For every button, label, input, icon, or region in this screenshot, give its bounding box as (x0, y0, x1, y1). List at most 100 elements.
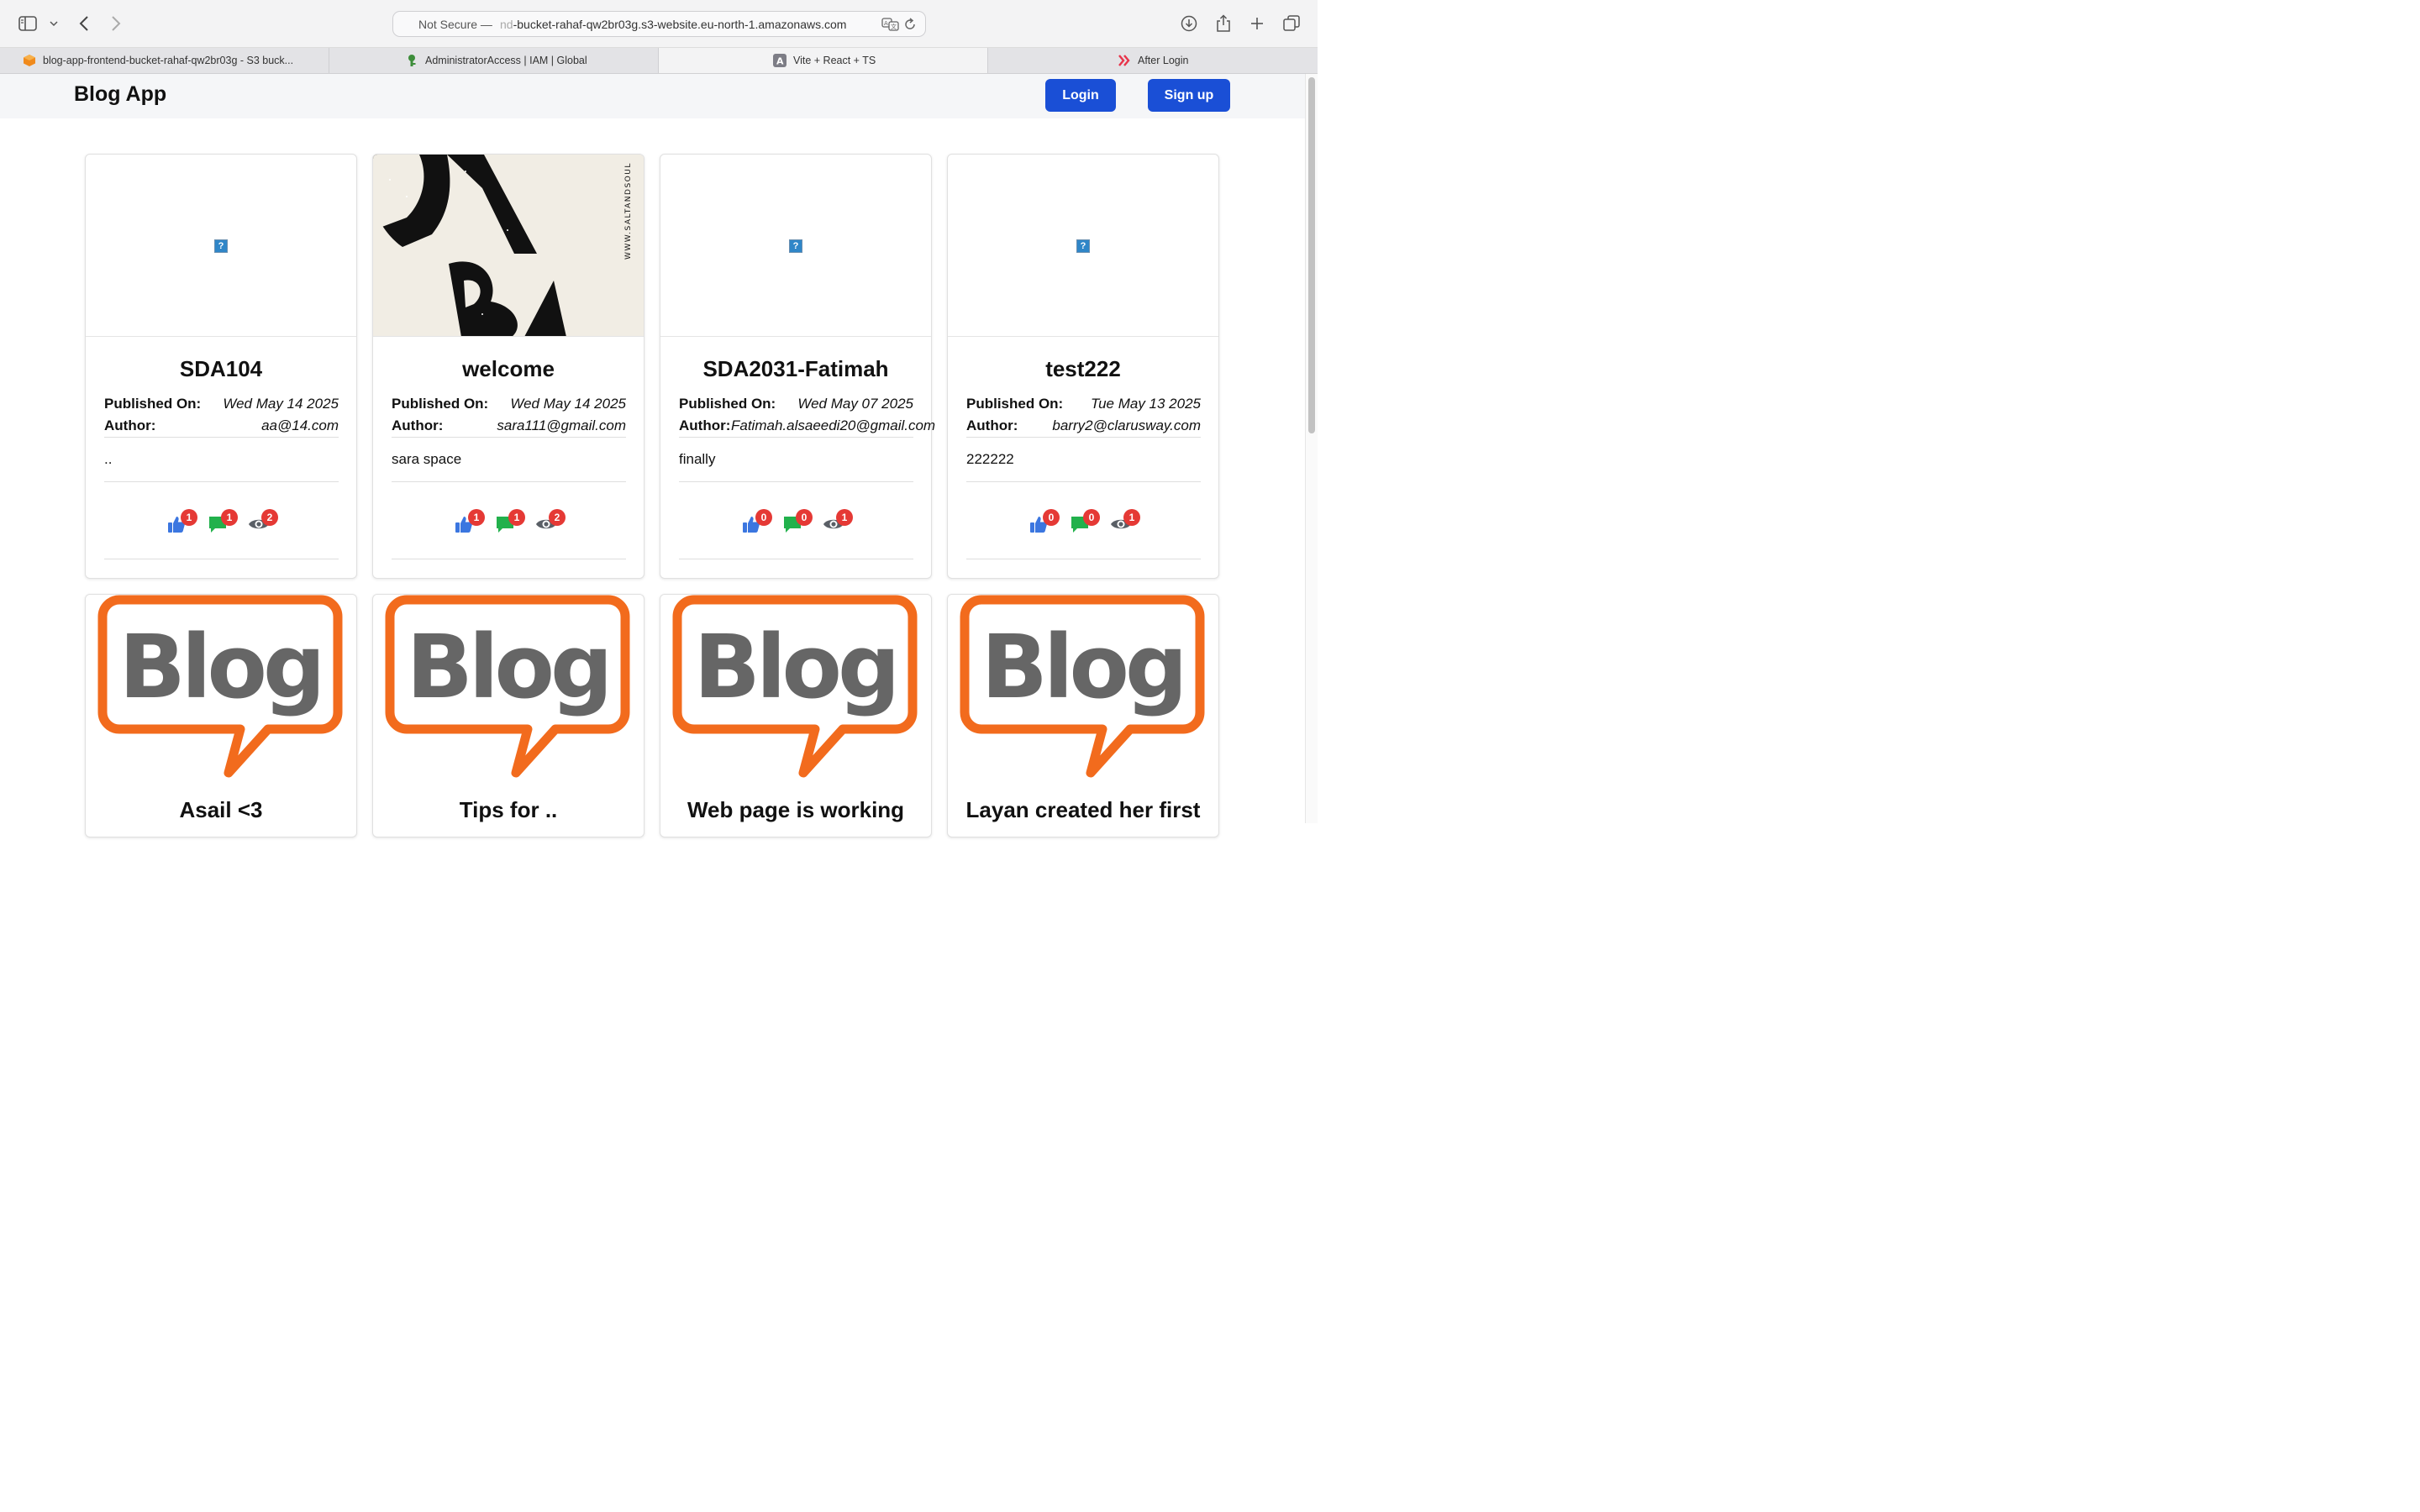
view-count-badge: 2 (549, 509, 566, 526)
downloads-icon[interactable] (1176, 10, 1202, 37)
post-card[interactable]: Blog Asail <3 (85, 594, 357, 837)
view-stat[interactable]: 2 (248, 509, 278, 535)
svg-text:A: A (776, 56, 784, 67)
post-card[interactable]: ? test222 Published On: Tue May 13 2025 A… (947, 154, 1219, 579)
browser-toolbar: Not Secure — nd-bucket-rahaf-qw2br03g.s3… (0, 0, 1318, 48)
blog-logo-text: Blog (407, 616, 609, 718)
tab-overview-icon[interactable] (1278, 10, 1305, 37)
post-stats: 0 0 1 (948, 509, 1218, 535)
comment-count-badge: 0 (796, 509, 813, 526)
login-button[interactable]: Login (1045, 79, 1116, 112)
post-title[interactable]: Web page is working (660, 797, 931, 823)
post-title[interactable]: test222 (948, 356, 1218, 382)
post-title[interactable]: SDA104 (86, 356, 356, 382)
page-scrollbar[interactable] (1305, 74, 1318, 823)
blog-logo-image: Blog (385, 595, 630, 778)
scrollbar-thumb[interactable] (1308, 77, 1315, 433)
divider (966, 437, 1201, 438)
post-image: ? (86, 155, 356, 337)
published-date: Tue May 13 2025 (1090, 396, 1201, 412)
post-card[interactable]: ? SDA104 Published On: Wed May 14 2025 Au… (85, 154, 357, 579)
sidebar-toggle-icon[interactable] (14, 10, 41, 37)
aws-s3-icon (23, 54, 36, 67)
security-warning: Not Secure — (418, 18, 492, 31)
new-tab-icon[interactable] (1244, 10, 1270, 37)
blog-logo-image: Blog (672, 595, 918, 778)
blog-logo-text: Blog (981, 616, 1184, 718)
author-email: aa@14.com (261, 417, 339, 433)
like-stat[interactable]: 1 (167, 509, 197, 535)
post-content: .. (104, 451, 113, 467)
view-count-badge: 1 (836, 509, 853, 526)
divider (104, 481, 339, 482)
post-image: ? (660, 155, 931, 337)
blog-logo-image: Blog (97, 595, 343, 778)
post-card[interactable]: ? SDA2031-Fatimah Published On: Wed May 0… (660, 154, 936, 579)
view-stat[interactable]: 1 (1110, 509, 1140, 535)
view-stat[interactable]: 1 (823, 509, 853, 535)
author-email: Fatimah.alsaeedi20@gmail.com (731, 417, 936, 433)
app-navbar: Blog App Login Sign up (0, 74, 1305, 118)
divider (104, 437, 339, 438)
post-card[interactable]: Blog Tips for .. (372, 594, 644, 837)
comment-stat[interactable]: 1 (208, 509, 238, 535)
like-count-badge: 0 (1043, 509, 1060, 526)
back-icon[interactable] (71, 10, 97, 37)
view-count-badge: 2 (261, 509, 278, 526)
published-date: Wed May 14 2025 (510, 396, 626, 412)
salt-and-soul-artwork: WWW.SALTANDSOUL (373, 155, 644, 336)
comment-count-badge: 1 (221, 509, 238, 526)
post-content: 222222 (966, 451, 1014, 467)
tab-iam[interactable]: AdministratorAccess | IAM | Global (329, 48, 659, 73)
divider (679, 481, 913, 482)
address-bar[interactable]: Not Secure — nd-bucket-rahaf-qw2br03g.s3… (392, 11, 926, 37)
author-email: sara111@gmail.com (497, 417, 626, 433)
divider (966, 481, 1201, 482)
like-count-badge: 1 (468, 509, 485, 526)
post-card[interactable]: WWW.SALTANDSOUL welcome Published On: Wed… (372, 154, 644, 579)
tab-s3-bucket[interactable]: blog-app-frontend-bucket-rahaf-qw2br03g … (0, 48, 329, 73)
signup-button[interactable]: Sign up (1148, 79, 1230, 112)
svg-text:文: 文 (891, 23, 897, 30)
tab-after-login[interactable]: After Login (988, 48, 1318, 73)
post-title[interactable]: SDA2031-Fatimah (660, 356, 931, 382)
iam-icon (405, 54, 418, 67)
post-title[interactable]: Layan created her first (948, 797, 1218, 823)
translate-icon[interactable]: A文 (881, 17, 900, 34)
like-count-badge: 1 (181, 509, 197, 526)
post-image: ? (948, 155, 1218, 337)
like-stat[interactable]: 0 (1029, 509, 1060, 535)
vite-icon: A (773, 54, 786, 67)
published-date: Wed May 14 2025 (223, 396, 339, 412)
comment-stat[interactable]: 1 (495, 509, 525, 535)
divider (392, 437, 626, 438)
share-icon[interactable] (1210, 10, 1237, 37)
forward-icon[interactable] (103, 10, 129, 37)
artwork-url-text: WWW.SALTANDSOUL (624, 162, 633, 260)
comment-count-badge: 0 (1083, 509, 1100, 526)
post-stats: 1 1 2 (373, 509, 644, 535)
divider (679, 437, 913, 438)
like-stat[interactable]: 0 (742, 509, 772, 535)
post-content: sara space (392, 451, 462, 467)
post-stats: 0 0 1 (660, 509, 931, 535)
svg-text:A: A (884, 20, 888, 27)
like-count-badge: 0 (755, 509, 772, 526)
post-image: WWW.SALTANDSOUL (373, 155, 644, 337)
reload-icon[interactable] (903, 17, 917, 34)
post-stats: 1 1 2 (86, 509, 356, 535)
post-title[interactable]: Tips for .. (373, 797, 644, 823)
comment-stat[interactable]: 0 (782, 509, 813, 535)
view-stat[interactable]: 2 (535, 509, 566, 535)
app-brand[interactable]: Blog App (74, 82, 166, 107)
post-card[interactable]: Blog Layan created her first (947, 594, 1219, 837)
post-card[interactable]: Blog Web page is working (660, 594, 932, 837)
tab-vite-react[interactable]: A Vite + React + TS (659, 48, 988, 73)
comment-stat[interactable]: 0 (1070, 509, 1100, 535)
like-stat[interactable]: 1 (455, 509, 485, 535)
tab-strip: blog-app-frontend-bucket-rahaf-qw2br03g … (0, 48, 1318, 74)
chevron-down-icon[interactable] (40, 10, 67, 37)
after-login-icon (1118, 54, 1131, 67)
post-title[interactable]: Asail <3 (86, 797, 356, 823)
post-title[interactable]: welcome (373, 356, 644, 382)
